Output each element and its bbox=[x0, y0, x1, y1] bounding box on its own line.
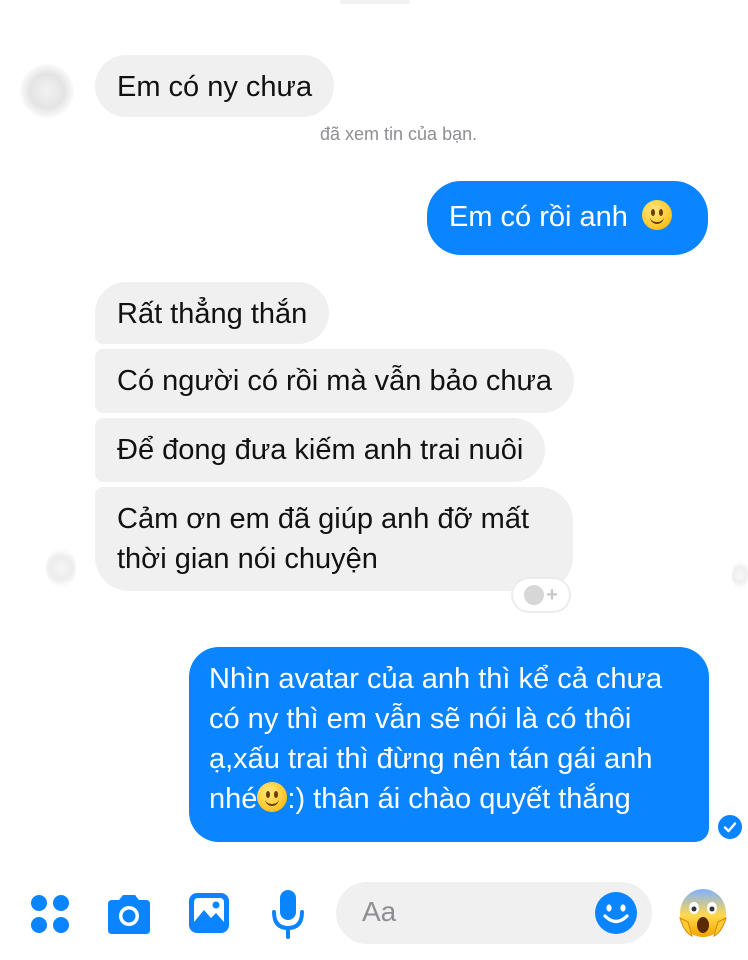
delivered-check-icon bbox=[718, 815, 742, 839]
add-reaction-button[interactable]: + bbox=[513, 579, 569, 611]
message-text: Để đong đưa kiếm anh trai nuôi bbox=[117, 434, 524, 466]
microphone-icon[interactable] bbox=[270, 888, 306, 940]
camera-icon[interactable] bbox=[104, 892, 154, 936]
message-bubble-incoming[interactable]: Em có ny chưa bbox=[95, 55, 335, 117]
message-bubble-incoming[interactable]: Có người có rồi mà vẫn bảo chưa bbox=[95, 349, 575, 413]
message-text: Rất thẳng thắn bbox=[117, 298, 308, 330]
message-line: Nhìn avatar của anh thì kể cả chưa bbox=[209, 663, 663, 695]
message-text: Em có rồi anh bbox=[449, 201, 628, 233]
slightly-smiling-face-icon bbox=[641, 200, 672, 230]
message-bubble-outgoing[interactable]: Nhìn avatar của anh thì kể cả chưa có ny… bbox=[189, 647, 709, 842]
message-line: thời gian nói chuyện bbox=[117, 543, 378, 575]
reaction-plus-label: + bbox=[546, 583, 558, 606]
screaming-face-icon[interactable] bbox=[678, 888, 728, 940]
message-bubble-outgoing[interactable]: Em có rồi anh bbox=[427, 181, 708, 255]
slightly-smiling-face-icon bbox=[257, 782, 288, 812]
message-line: có ny thì em vẫn sẽ nói là có thôi bbox=[209, 703, 632, 735]
message-bubble-incoming[interactable]: Cảm ơn em đã giúp anh đỡ mất thời gian n… bbox=[95, 487, 573, 591]
seen-indicator: đã xem tin của bạn. bbox=[320, 124, 477, 145]
message-line: nhé:) thân ái chào quyết thắng bbox=[209, 782, 631, 815]
contact-avatar[interactable] bbox=[20, 64, 74, 118]
reaction-face-icon bbox=[524, 585, 545, 605]
message-line: ạ,xấu trai thì đừng nên tán gái anh bbox=[209, 743, 653, 775]
apps-icon[interactable] bbox=[28, 892, 72, 936]
gallery-icon[interactable] bbox=[186, 890, 232, 936]
message-bubble-incoming[interactable]: Rất thẳng thắn bbox=[95, 282, 330, 344]
edge-mark-right bbox=[732, 560, 748, 590]
message-input-placeholder: Aa bbox=[362, 896, 397, 927]
message-text: Có người có rồi mà vẫn bảo chưa bbox=[117, 365, 553, 397]
top-edge-mark bbox=[340, 0, 410, 4]
message-bubble-incoming[interactable]: Để đong đưa kiếm anh trai nuôi bbox=[95, 418, 546, 482]
seen-text: đã xem tin của bạn. bbox=[320, 124, 478, 144]
emoji-icon[interactable] bbox=[594, 891, 638, 935]
message-input[interactable]: Aa bbox=[336, 882, 652, 944]
message-text: Em có ny chưa bbox=[117, 71, 313, 103]
contact-avatar-faded bbox=[46, 548, 76, 588]
message-line: Cảm ơn em đã giúp anh đỡ mất bbox=[117, 503, 530, 535]
composer-toolbar: Aa bbox=[0, 870, 748, 960]
